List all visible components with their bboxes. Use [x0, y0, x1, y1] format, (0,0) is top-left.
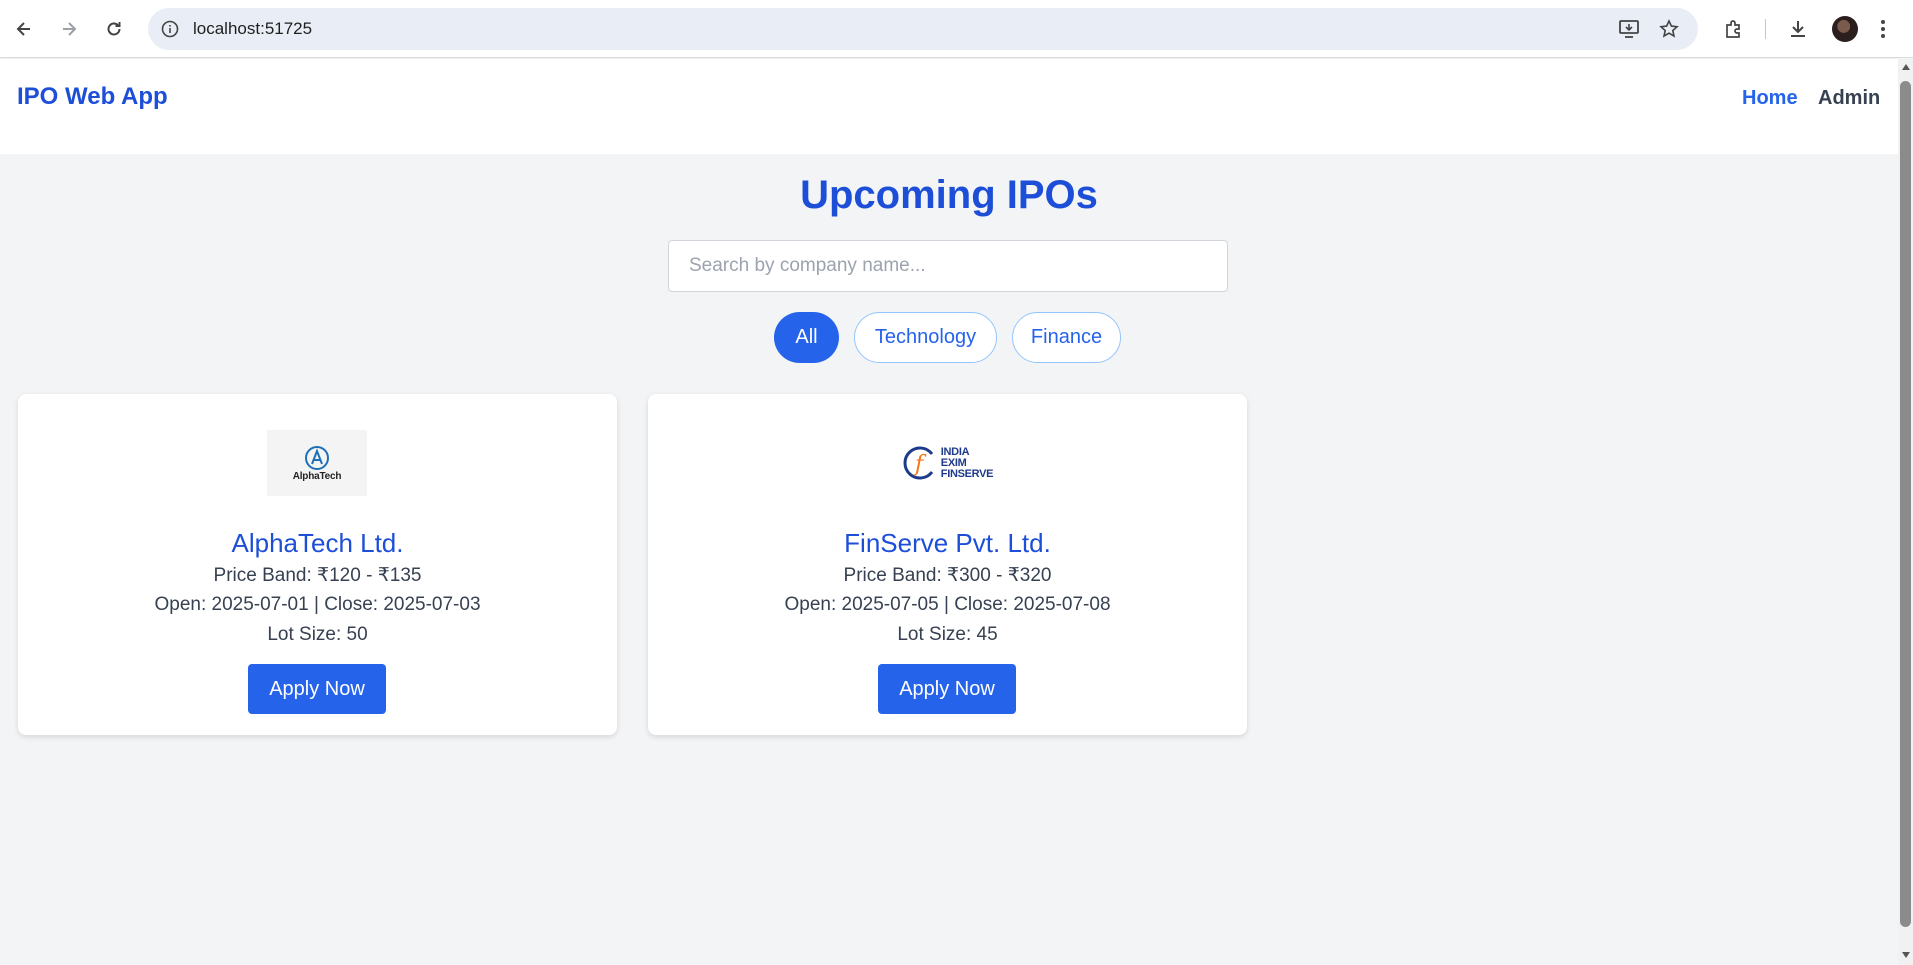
- apply-now-button[interactable]: Apply Now: [878, 664, 1016, 714]
- ipo-card: AlphaTech AlphaTech Ltd. Price Band: ₹12…: [18, 394, 617, 735]
- browser-toolbar: localhost:51725: [0, 0, 1913, 58]
- company-name: FinServe Pvt. Ltd.: [844, 528, 1051, 558]
- search-input[interactable]: [668, 240, 1228, 292]
- menu-kebab-icon[interactable]: [1876, 16, 1890, 42]
- alphatech-logo-icon: [305, 445, 329, 470]
- company-logo-line: FINSERVE: [940, 467, 994, 480]
- nav-link-home[interactable]: Home: [1742, 87, 1798, 110]
- ipo-dates: Open: 2025-07-05 | Close: 2025-07-08: [784, 594, 1111, 615]
- scroll-down-arrow-icon[interactable]: [1898, 951, 1913, 963]
- forward-icon[interactable]: [57, 13, 81, 45]
- scrollbar-thumb[interactable]: [1900, 81, 1911, 927]
- back-icon[interactable]: [12, 13, 36, 45]
- company-name: AlphaTech Ltd.: [231, 528, 404, 558]
- url-text: localhost:51725: [193, 19, 313, 38]
- filter-all-button[interactable]: All: [774, 312, 839, 363]
- company-logo: AlphaTech: [267, 430, 367, 496]
- navbar-spacer: [0, 134, 1898, 154]
- apply-now-button[interactable]: Apply Now: [248, 664, 386, 714]
- company-logo-text: AlphaTech: [292, 470, 342, 482]
- company-logo: f INDIA EXIM FINSERVE: [897, 430, 997, 496]
- lot-size: Lot Size: 45: [897, 624, 998, 645]
- install-app-icon[interactable]: [1617, 17, 1641, 41]
- bookmark-star-icon[interactable]: [1657, 17, 1681, 41]
- price-band: Price Band: ₹300 - ₹320: [843, 565, 1052, 586]
- company-logo-line: INDIA: [940, 445, 970, 458]
- filter-finance-button[interactable]: Finance: [1012, 312, 1121, 363]
- filter-technology-button[interactable]: Technology: [854, 312, 997, 363]
- address-bar[interactable]: localhost:51725: [148, 8, 1698, 50]
- brand-logo[interactable]: IPO Web App: [17, 83, 168, 111]
- price-band: Price Band: ₹120 - ₹135: [213, 565, 422, 586]
- page-title: Upcoming IPOs: [800, 173, 1098, 217]
- toolbar-divider: [1765, 19, 1766, 39]
- ipo-card: f INDIA EXIM FINSERVE FinServe Pvt. Ltd.…: [648, 394, 1247, 735]
- reload-icon[interactable]: [102, 13, 126, 45]
- finserve-logo-icon: f: [903, 446, 933, 480]
- site-info-icon[interactable]: [158, 17, 182, 41]
- svg-text:f: f: [913, 452, 927, 477]
- ipo-dates: Open: 2025-07-01 | Close: 2025-07-03: [154, 594, 481, 615]
- app-navbar: IPO Web App Home Admin: [0, 59, 1898, 134]
- page-scrollbar[interactable]: [1898, 59, 1913, 965]
- nav-link-admin[interactable]: Admin: [1818, 87, 1880, 110]
- profile-avatar[interactable]: [1832, 16, 1858, 42]
- extensions-icon[interactable]: [1721, 16, 1747, 42]
- lot-size: Lot Size: 50: [267, 624, 368, 645]
- scroll-up-arrow-icon[interactable]: [1898, 63, 1913, 75]
- company-logo-line: EXIM: [940, 456, 967, 469]
- downloads-icon[interactable]: [1785, 16, 1811, 42]
